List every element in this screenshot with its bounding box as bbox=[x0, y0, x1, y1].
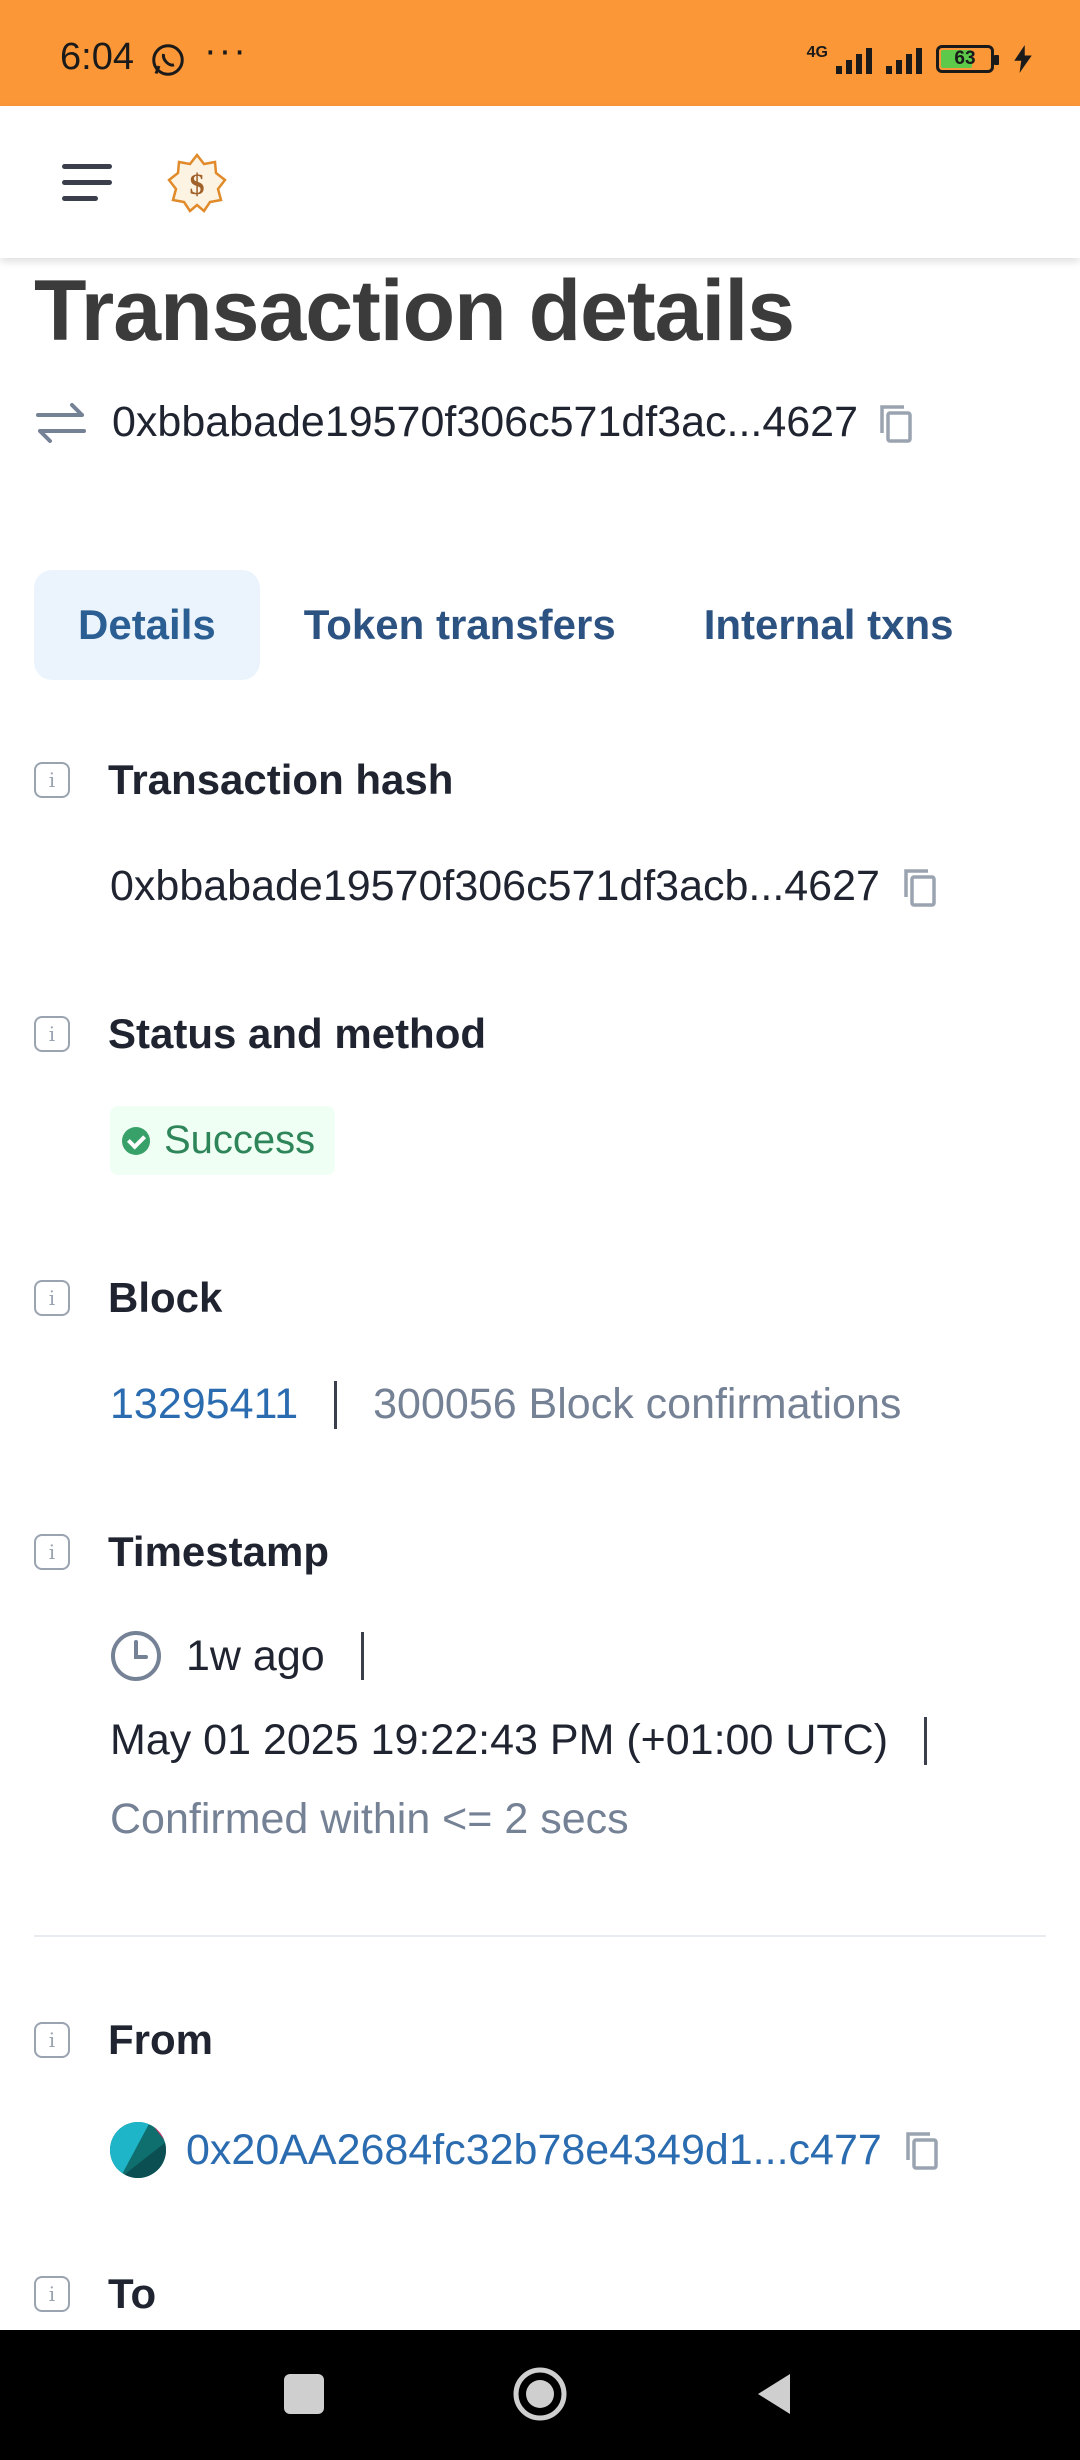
separator bbox=[334, 1380, 338, 1429]
tx-hash-value: 0xbbabade19570f306c571df3acb...4627 bbox=[110, 862, 880, 910]
block-number-link[interactable]: 13295411 bbox=[110, 1380, 298, 1429]
copy-icon[interactable] bbox=[876, 401, 916, 445]
info-icon[interactable]: i bbox=[34, 2276, 70, 2312]
address-avatar bbox=[110, 2122, 166, 2178]
status-right-cluster: 4G 63 bbox=[807, 44, 1032, 74]
timestamp-confirmed: Confirmed within <= 2 secs bbox=[110, 1795, 629, 1843]
section-label: From bbox=[108, 2016, 213, 2063]
tab-bar: Details Token transfers Internal txns bbox=[34, 570, 997, 680]
from-address-link[interactable]: 0x20AA2684fc32b78e4349d1...c477 bbox=[186, 2126, 882, 2175]
svg-text:$: $ bbox=[190, 168, 205, 201]
info-icon[interactable]: i bbox=[34, 1016, 70, 1052]
battery-icon: 63 bbox=[936, 45, 999, 73]
section-status: i Status and method Success bbox=[34, 1010, 1046, 1175]
charging-icon bbox=[1014, 45, 1032, 73]
clock-icon bbox=[111, 1631, 161, 1681]
timestamp-relative: 1w ago bbox=[186, 1631, 325, 1680]
section-from: i From 0x20AA2684fc32b78e4349d1...c477 bbox=[34, 2016, 1046, 2178]
more-dots-icon: ··· bbox=[204, 30, 248, 72]
tx-hash-header: 0xbbabade19570f306c571df3ac...4627 bbox=[34, 398, 916, 447]
tx-hash-short: 0xbbabade19570f306c571df3ac...4627 bbox=[112, 398, 859, 446]
section-label: Timestamp bbox=[108, 1528, 329, 1575]
section-transaction-hash: i Transaction hash 0xbbabade19570f306c57… bbox=[34, 756, 1046, 911]
whatsapp-icon bbox=[152, 44, 184, 76]
info-icon[interactable]: i bbox=[34, 1534, 70, 1570]
divider bbox=[34, 1935, 1046, 1937]
page-title: Transaction details bbox=[34, 263, 795, 359]
menu-icon[interactable] bbox=[62, 164, 114, 202]
timestamp-absolute: May 01 2025 19:22:43 PM (+01:00 UTC) bbox=[110, 1716, 889, 1764]
separator bbox=[360, 1632, 364, 1680]
home-button[interactable] bbox=[512, 2366, 568, 2422]
status-bar: 6:04 ··· 4G 63 bbox=[0, 0, 1080, 106]
copy-icon[interactable] bbox=[902, 2128, 942, 2172]
section-label: To bbox=[108, 2270, 157, 2317]
section-timestamp: i Timestamp 1w ago May 01 2025 19:22:43 … bbox=[34, 1528, 1046, 1844]
separator bbox=[924, 1716, 928, 1765]
tab-token-transfers[interactable]: Token transfers bbox=[260, 570, 660, 680]
status-time: 6:04 bbox=[60, 36, 134, 78]
back-button[interactable] bbox=[754, 2370, 794, 2418]
section-label: Transaction hash bbox=[108, 756, 454, 803]
signal-icon bbox=[886, 44, 922, 74]
info-icon[interactable]: i bbox=[34, 2022, 70, 2058]
tab-details[interactable]: Details bbox=[34, 570, 260, 680]
block-confirmations: 300056 Block confirmations bbox=[373, 1380, 902, 1428]
copy-icon[interactable] bbox=[900, 865, 940, 909]
section-label: Status and method bbox=[108, 1010, 487, 1057]
network-type: 4G bbox=[806, 44, 828, 61]
blockscout-logo-icon[interactable]: $ bbox=[166, 152, 228, 214]
status-text: Success bbox=[164, 1118, 316, 1162]
check-circle-icon bbox=[122, 1126, 150, 1155]
system-nav-bar bbox=[0, 2330, 1080, 2460]
signal-icon bbox=[836, 44, 872, 74]
app-header: $ bbox=[0, 106, 1080, 258]
info-icon[interactable]: i bbox=[34, 762, 70, 798]
status-badge: Success bbox=[110, 1106, 336, 1175]
section-label: Block bbox=[108, 1274, 223, 1321]
section-block: i Block 13295411 300056 Block confirmati… bbox=[34, 1274, 1046, 1429]
swap-arrows-icon bbox=[36, 402, 86, 443]
info-icon[interactable]: i bbox=[34, 1280, 70, 1316]
recents-button[interactable] bbox=[284, 2374, 324, 2414]
tab-internal-txns[interactable]: Internal txns bbox=[660, 570, 998, 680]
battery-level: 63 bbox=[954, 48, 976, 69]
section-to: i To bbox=[34, 2270, 1046, 2318]
